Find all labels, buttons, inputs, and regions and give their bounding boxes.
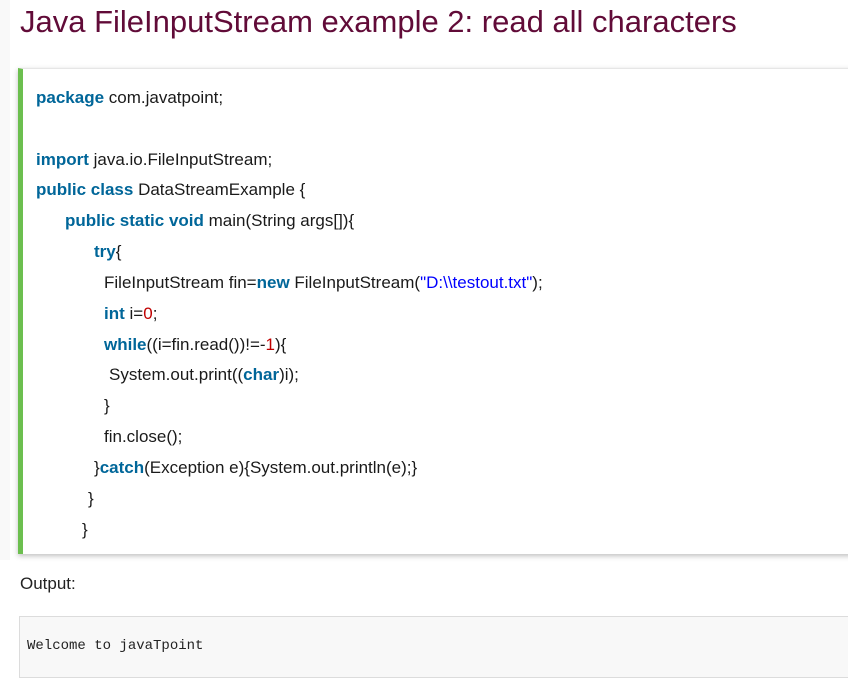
code-text: com.javatpoint;	[104, 88, 224, 107]
code-keyword: catch	[99, 458, 145, 477]
code-line: import java.io.FileInputStream;	[36, 146, 272, 174]
code-keyword: public	[36, 180, 87, 199]
code-keyword: while	[104, 335, 147, 354]
code-keyword: class	[90, 180, 134, 199]
code-keyword: void	[168, 211, 204, 230]
code-line: public static void main(String args[]){	[65, 207, 354, 235]
code-text: DataStreamExample {	[133, 180, 306, 199]
code-line: }	[88, 485, 94, 513]
code-keyword: try	[94, 242, 116, 261]
code-text: (Exception e){System.out.println(e);}	[144, 458, 418, 477]
code-number: 1	[265, 335, 276, 354]
code-keyword: package	[36, 88, 105, 107]
code-line: while((i=fin.read())!=-1){	[104, 331, 286, 359]
code-line: int i=0;	[104, 300, 157, 328]
output-block: Welcome to javaTpoint	[19, 616, 848, 678]
code-line: try{	[94, 238, 121, 266]
code-text: fin.close();	[104, 427, 183, 446]
page-title: Java FileInputStream example 2: read all…	[20, 4, 737, 39]
code-text: i=	[124, 304, 144, 323]
code-line: System.out.print((char)i);	[109, 361, 299, 389]
page: Java FileInputStream example 2: read all…	[0, 0, 848, 679]
code-text: FileInputStream(	[289, 273, 421, 292]
code-text: main(String args[]){	[203, 211, 355, 230]
code-string: "D:\\testout.txt"	[420, 273, 533, 292]
output-text: Welcome to javaTpoint	[27, 638, 204, 654]
code-line: }	[82, 516, 88, 544]
code-keyword: char	[243, 365, 280, 384]
code-text: ;	[152, 304, 158, 323]
code-text: }	[88, 489, 94, 508]
code-number: 0	[143, 304, 153, 323]
code-keyword: import	[36, 150, 89, 169]
code-text: {	[115, 242, 122, 261]
code-block: package com.javatpoint; import java.io.F…	[18, 68, 848, 554]
code-keyword: public	[65, 211, 116, 230]
code-text: );	[532, 273, 543, 292]
code-line: FileInputStream fin=new FileInputStream(…	[104, 269, 543, 297]
code-line: public class DataStreamExample {	[36, 176, 305, 204]
code-line: }catch(Exception e){System.out.println(e…	[94, 454, 417, 482]
code-text: FileInputStream fin=	[104, 273, 257, 292]
code-text: }	[104, 396, 110, 415]
code-text: }	[82, 520, 88, 539]
code-keyword: static	[119, 211, 165, 230]
code-text: )i);	[279, 365, 299, 384]
code-keyword: int	[104, 304, 125, 323]
code-text: System.out.print((	[109, 365, 244, 384]
code-line: fin.close();	[104, 423, 182, 451]
page-edge	[0, 0, 10, 560]
code-keyword: new	[256, 273, 290, 292]
code-text: java.io.FileInputStream;	[88, 150, 273, 169]
output-label: Output:	[20, 574, 76, 593]
code-text: ){	[275, 335, 287, 354]
code-text: ((i=fin.read())!=-	[146, 335, 266, 354]
code-line: }	[104, 392, 110, 420]
code-line: package com.javatpoint;	[36, 84, 223, 112]
